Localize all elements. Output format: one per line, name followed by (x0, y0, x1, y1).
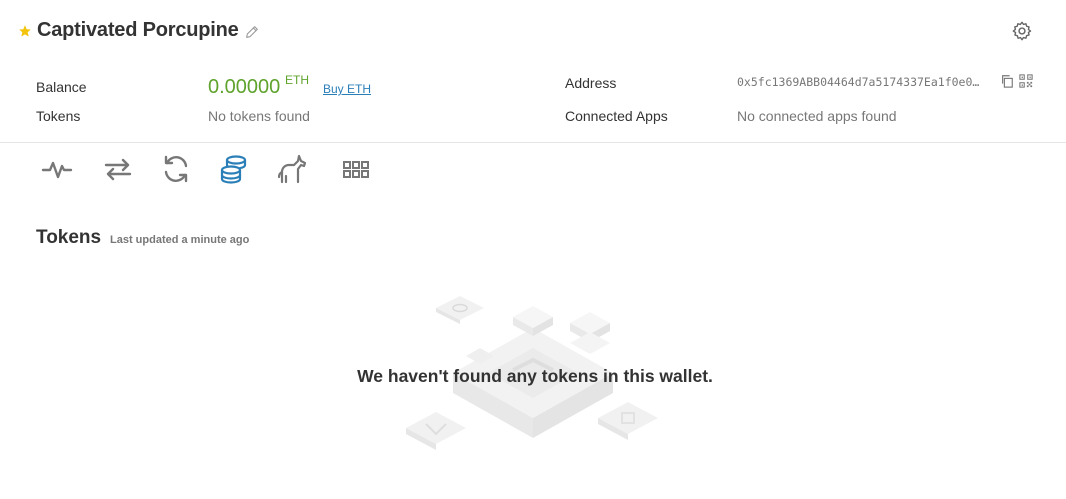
star-icon[interactable] (18, 24, 32, 38)
connected-apps-value: No connected apps found (737, 108, 897, 124)
apps-grid-icon[interactable] (340, 154, 372, 184)
buy-eth-link[interactable]: Buy ETH (323, 82, 371, 96)
address-value[interactable]: 0x5fc1369ABB04464d7a5174337Ea1f0e0… (737, 75, 979, 89)
unicorn-nft-icon[interactable] (277, 154, 309, 184)
tokens-label: Tokens (36, 108, 81, 124)
tokens-value: No tokens found (208, 108, 310, 124)
balance-value: 0.00000 (208, 76, 281, 98)
last-updated-text: Last updated a minute ago (110, 234, 250, 246)
wallet-name: Captivated Porcupine (37, 19, 239, 41)
tokens-coins-icon[interactable] (218, 154, 250, 184)
connected-apps-label: Connected Apps (565, 108, 668, 124)
gear-icon[interactable] (1011, 20, 1033, 42)
balance-unit: ETH (285, 73, 309, 87)
swap-refresh-icon[interactable] (160, 154, 192, 184)
activity-icon[interactable] (41, 154, 73, 184)
tokens-section-title: Tokens (36, 227, 102, 248)
balance-label: Balance (36, 79, 87, 95)
empty-state-message: We haven't found any tokens in this wall… (357, 366, 713, 386)
transfer-arrows-icon[interactable] (102, 154, 134, 184)
copy-icon[interactable] (1000, 74, 1014, 88)
address-label: Address (565, 75, 617, 91)
edit-pencil-icon[interactable] (244, 24, 260, 40)
wallet-title-row: Captivated Porcupine (18, 19, 260, 42)
qr-code-icon[interactable] (1019, 74, 1033, 88)
wallet-header: Captivated Porcupine Balance 0.00000 ETH… (0, 0, 1066, 143)
